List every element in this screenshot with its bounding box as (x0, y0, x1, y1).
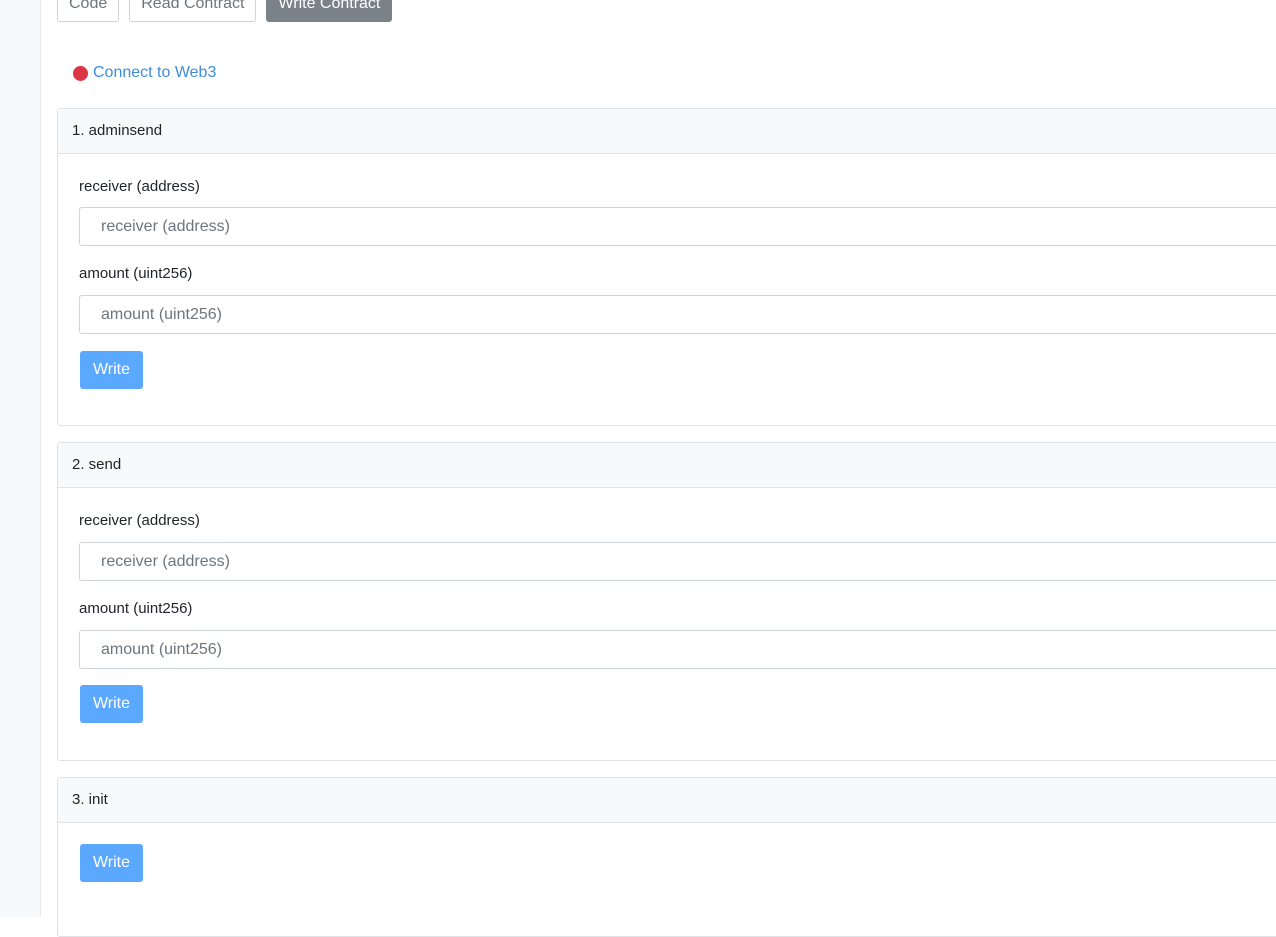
write-button[interactable]: Write (80, 351, 143, 389)
amount-input[interactable] (79, 630, 1276, 669)
tab-write-contract[interactable]: Write Contract (266, 0, 393, 22)
main-content: Code Read Contract Write Contract Connec… (41, 0, 1276, 937)
function-title: 1. adminsend (58, 109, 1276, 154)
contract-tabs: Code Read Contract Write Contract (57, 0, 393, 22)
tab-read-contract[interactable]: Read Contract (129, 0, 257, 22)
amount-input[interactable] (79, 295, 1276, 334)
amount-label: amount (uint256) (79, 265, 193, 282)
receiver-input[interactable] (79, 207, 1276, 246)
disconnected-status-icon (73, 65, 88, 81)
amount-label: amount (uint256) (79, 600, 193, 617)
receiver-label: receiver (address) (79, 512, 200, 529)
left-gutter (0, 0, 41, 917)
write-button[interactable]: Write (80, 844, 143, 882)
connect-web3-label: Connect to Web3 (93, 64, 217, 81)
function-card-send: 2. send receiver (address) amount (uint2… (57, 442, 1276, 761)
connect-web3-link[interactable]: Connect to Web3 (73, 64, 216, 82)
function-card-adminsend: 1. adminsend receiver (address) amount (… (57, 108, 1276, 426)
function-title: 2. send (58, 443, 1276, 488)
receiver-input[interactable] (79, 542, 1276, 581)
write-button[interactable]: Write (80, 685, 143, 723)
function-card-init: 3. init Write (57, 777, 1276, 937)
receiver-label: receiver (address) (79, 178, 200, 195)
function-title: 3. init (58, 778, 1276, 823)
tab-code[interactable]: Code (57, 0, 120, 22)
